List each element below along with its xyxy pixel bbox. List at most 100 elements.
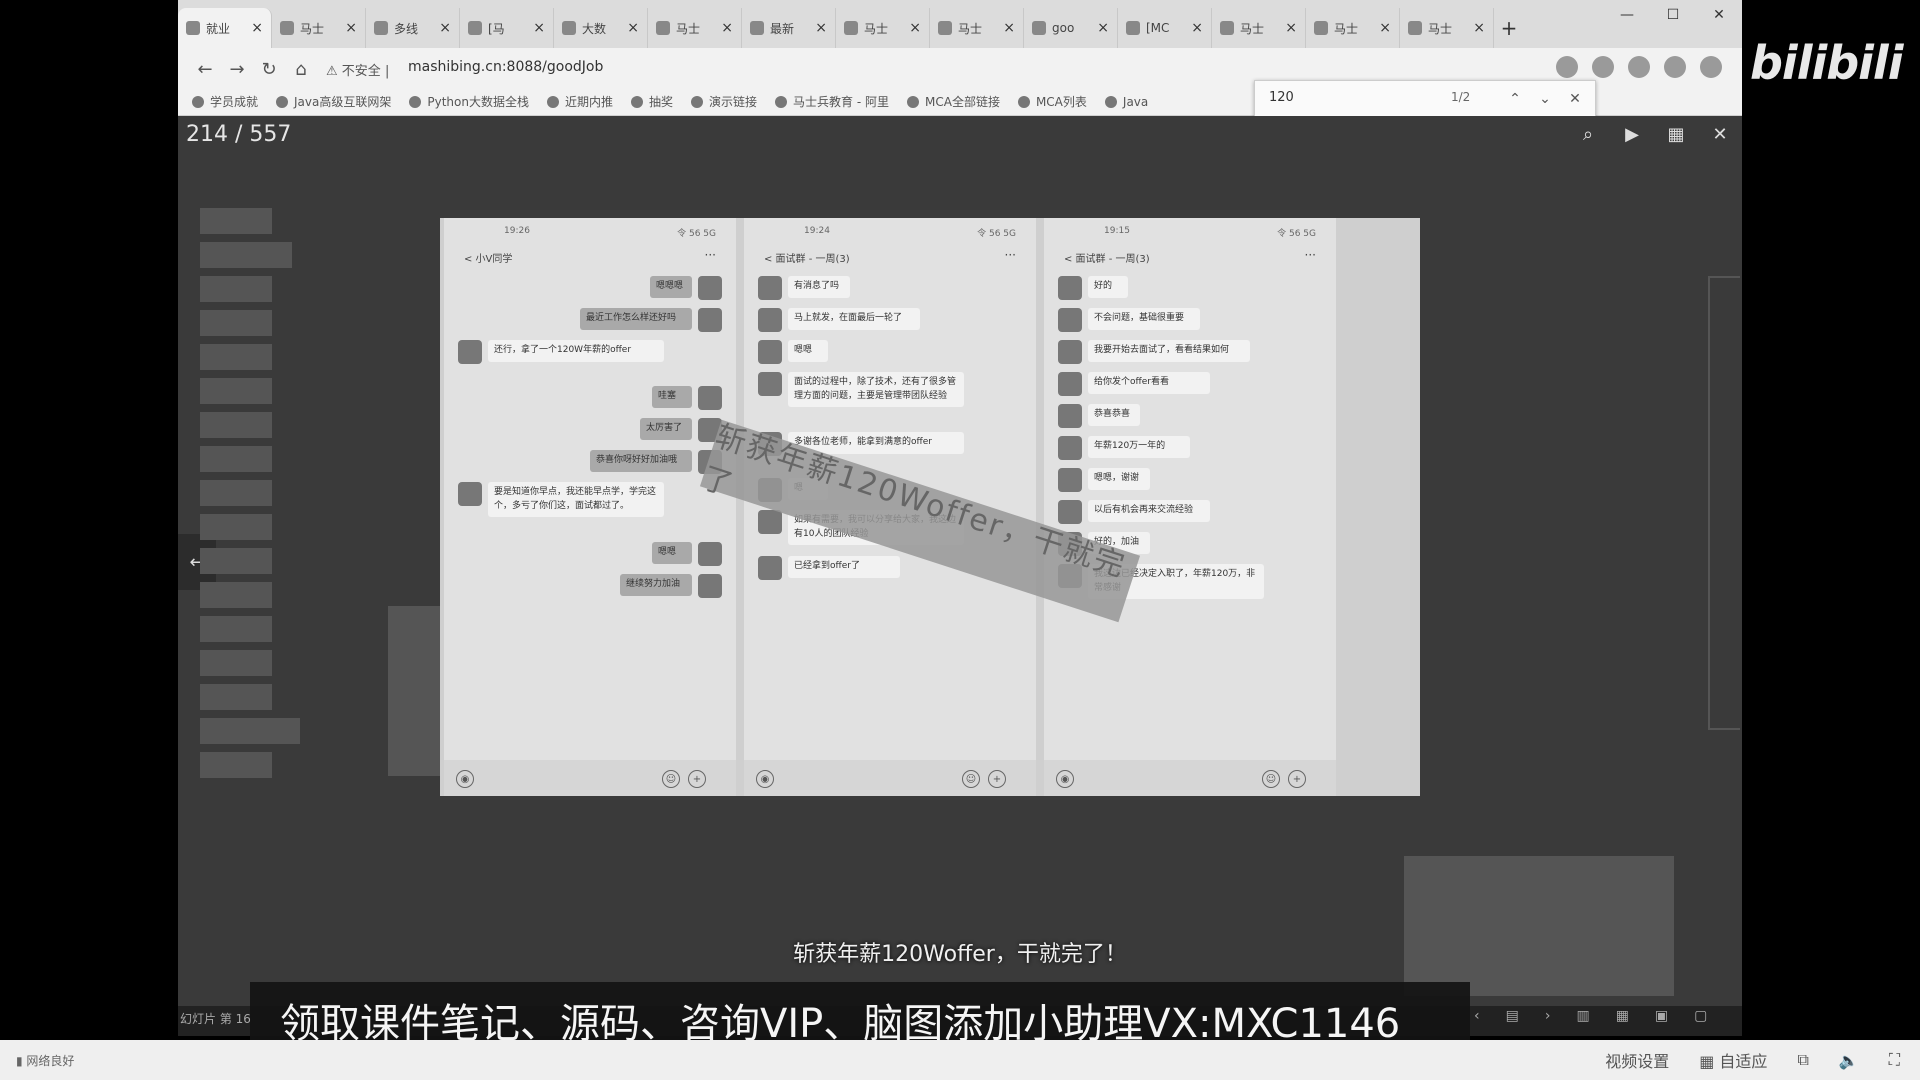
- find-prev-icon[interactable]: ⌃: [1503, 87, 1527, 111]
- bookmark-item[interactable]: 抽奖: [631, 93, 673, 110]
- ghost-block: [200, 752, 272, 778]
- find-input[interactable]: 120: [1269, 90, 1294, 105]
- browser-tab[interactable]: 最新 ×: [742, 8, 836, 48]
- tab-title: 大数: [582, 21, 607, 36]
- tab-close-icon[interactable]: ×: [439, 20, 451, 36]
- bookmark-item[interactable]: 演示链接: [691, 93, 757, 110]
- chat-bubble: 面试的过程中，除了技术，还有了很多管理方面的问题，主要是管理带团队经验: [788, 372, 964, 407]
- avatar: [698, 574, 722, 598]
- security-indicator[interactable]: ⚠ 不安全 |: [326, 60, 389, 79]
- extension-icon[interactable]: [1556, 56, 1578, 78]
- avatar: [458, 482, 482, 506]
- tab-close-icon[interactable]: ×: [1097, 20, 1109, 36]
- layout-icon[interactable]: ▦: [1616, 1008, 1629, 1024]
- zoom-icon[interactable]: ⌕: [1566, 116, 1610, 152]
- tab-close-icon[interactable]: ×: [909, 20, 921, 36]
- menu-icon[interactable]: [1700, 56, 1722, 78]
- browser-tab[interactable]: 马士 ×: [1212, 8, 1306, 48]
- tab-close-icon[interactable]: ×: [627, 20, 639, 36]
- tab-close-icon[interactable]: ×: [1191, 20, 1203, 36]
- pip-icon[interactable]: ⧉: [1797, 1050, 1808, 1070]
- find-close-icon[interactable]: ✕: [1563, 87, 1587, 111]
- bookmark-item[interactable]: 马士兵教育 - 阿里: [775, 93, 889, 110]
- page-icon[interactable]: ▤: [1506, 1008, 1519, 1024]
- close-window-button[interactable]: ✕: [1696, 0, 1742, 30]
- browser-tab[interactable]: 马士 ×: [836, 8, 930, 48]
- ghost-block: [200, 616, 272, 642]
- tab-close-icon[interactable]: ×: [721, 20, 733, 36]
- browser-tab[interactable]: 大数 ×: [554, 8, 648, 48]
- layout-icon[interactable]: ▣: [1655, 1008, 1668, 1024]
- avatar: [758, 340, 782, 364]
- back-icon[interactable]: ←: [192, 56, 218, 82]
- chat-bubble: 马上就发，在面最后一轮了: [788, 308, 920, 330]
- home-icon[interactable]: ⌂: [288, 56, 314, 82]
- play-icon[interactable]: ▶: [1610, 116, 1654, 152]
- avatar: [1058, 468, 1082, 492]
- favicon-icon: [1314, 21, 1328, 35]
- fullscreen-icon[interactable]: ⛶: [1889, 1050, 1900, 1070]
- minimize-button[interactable]: —: [1604, 0, 1650, 30]
- tab-close-icon[interactable]: ×: [1473, 20, 1485, 36]
- avatar: [698, 386, 722, 410]
- puzzle-icon[interactable]: [1628, 56, 1650, 78]
- prev-icon[interactable]: ‹: [1474, 1008, 1480, 1024]
- grid-icon[interactable]: ▦: [1654, 116, 1698, 152]
- tab-close-icon[interactable]: ×: [251, 20, 263, 36]
- browser-tab[interactable]: 马士 ×: [1306, 8, 1400, 48]
- browser-tab[interactable]: [MC ×: [1118, 8, 1212, 48]
- fit-button[interactable]: ▦ 自适应: [1699, 1048, 1767, 1072]
- bookmark-item[interactable]: Python大数据全栈: [409, 93, 529, 110]
- tab-bar: 就业 × 马士 × 多线 × [马 × 大数 × 马士 × 最新 × 马士 × 马士 × goo × [MC × 马士 × 马士…: [178, 0, 1742, 48]
- tab-title: 多线: [394, 21, 419, 36]
- tab-title: goo: [1052, 21, 1075, 35]
- browser-tab[interactable]: 马士 ×: [1400, 8, 1494, 48]
- chat-title: < 小V同学: [464, 254, 513, 265]
- browser-tab[interactable]: 多线 ×: [366, 8, 460, 48]
- forward-icon[interactable]: →: [224, 56, 250, 82]
- chat-bubble: 年薪120万一年的: [1088, 436, 1190, 458]
- bookmark-item[interactable]: MCA列表: [1017, 93, 1087, 110]
- ghost-block: [1404, 856, 1674, 996]
- browser-tab[interactable]: 马士 ×: [648, 8, 742, 48]
- browser-tab[interactable]: [马 ×: [460, 8, 554, 48]
- tab-close-icon[interactable]: ×: [1003, 20, 1015, 36]
- favicon-icon: [844, 21, 858, 35]
- layout-icon[interactable]: ▢: [1694, 1008, 1707, 1024]
- find-next-icon[interactable]: ⌄: [1533, 87, 1557, 111]
- next-icon[interactable]: ›: [1545, 1008, 1551, 1024]
- avatar: [758, 276, 782, 300]
- layout-icon[interactable]: ▥: [1576, 1008, 1589, 1024]
- tab-close-icon[interactable]: ×: [345, 20, 357, 36]
- browser-tab[interactable]: goo ×: [1024, 8, 1118, 48]
- chat-bubble: 嗯嗯: [652, 542, 692, 564]
- bookmark-icon: [1104, 95, 1117, 108]
- url-field[interactable]: mashibing.cn:8088/goodJob: [408, 59, 603, 75]
- star-icon[interactable]: [1592, 56, 1614, 78]
- profile-avatar[interactable]: [1664, 56, 1686, 78]
- avatar: [1058, 308, 1082, 332]
- tab-close-icon[interactable]: ×: [815, 20, 827, 36]
- reload-icon[interactable]: ↻: [256, 56, 282, 82]
- tab-close-icon[interactable]: ×: [533, 20, 545, 36]
- favicon-icon: [374, 21, 388, 35]
- volume-icon[interactable]: 🔈: [1839, 1051, 1859, 1070]
- ghost-block: [200, 412, 272, 438]
- video-settings-button[interactable]: 视频设置: [1605, 1048, 1669, 1072]
- new-tab-button[interactable]: +: [1494, 8, 1524, 48]
- chat-bubble: 有消息了吗: [788, 276, 850, 298]
- ghost-block: [200, 548, 272, 574]
- bookmark-item[interactable]: Java: [1104, 95, 1148, 109]
- tab-close-icon[interactable]: ×: [1379, 20, 1391, 36]
- tab-close-icon[interactable]: ×: [1285, 20, 1297, 36]
- browser-tab[interactable]: 马士 ×: [272, 8, 366, 48]
- favicon-icon: [1220, 21, 1234, 35]
- browser-tab[interactable]: 就业 ×: [178, 8, 272, 48]
- bookmark-item[interactable]: 学员成就: [192, 93, 258, 110]
- bookmark-item[interactable]: 近期内推: [546, 93, 613, 110]
- bookmark-item[interactable]: Java高级互联网架: [276, 93, 391, 110]
- browser-tab[interactable]: 马士 ×: [930, 8, 1024, 48]
- maximize-button[interactable]: ☐: [1650, 0, 1696, 30]
- bookmark-item[interactable]: MCA全部链接: [907, 93, 1000, 110]
- close-viewer-icon[interactable]: ✕: [1698, 116, 1742, 152]
